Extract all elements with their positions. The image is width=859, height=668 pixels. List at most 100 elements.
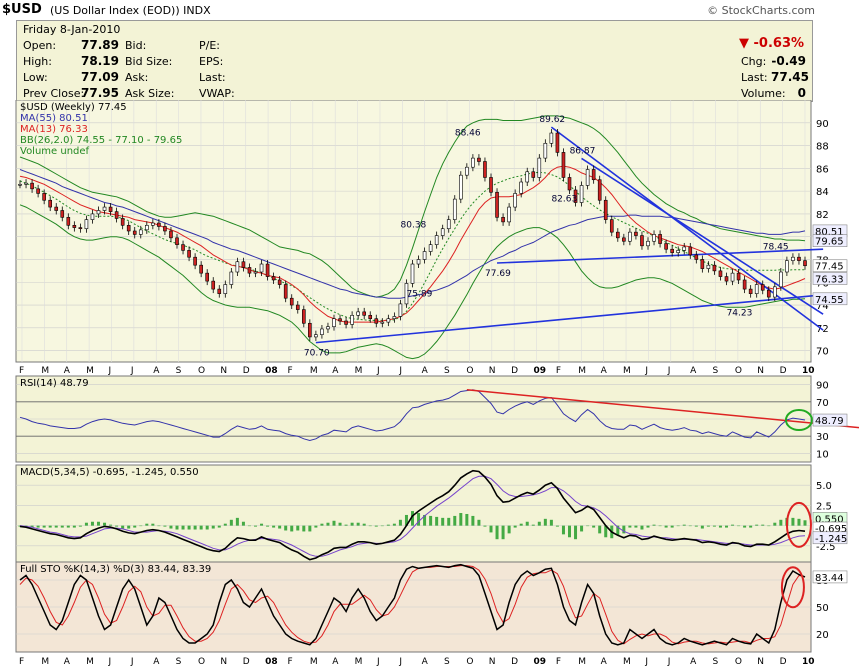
candle-body [283,284,288,299]
brand-logo[interactable]: © StockCharts.com [707,4,815,17]
candle-body [187,250,191,258]
macd-hist-bar [374,525,378,527]
macd-hist-bar [586,525,590,527]
candle-body [350,314,354,325]
time-tick: M [623,366,631,376]
candle-body [730,272,735,282]
legend-entry: RSI(14) 48.79 [20,378,89,389]
macd-hist-bar [791,517,795,526]
chart-area: 707274767880828486889070.7075.8980.3888.… [15,100,859,667]
candle-body [84,219,89,230]
time-tick: S [444,366,450,376]
macd-hist-bar [199,525,203,530]
time-tick: A [601,657,608,667]
candle-body [700,259,705,269]
time-tick: M [310,657,318,667]
time-tick: F [556,657,561,667]
candle-body [803,260,807,267]
candle-body [585,169,590,186]
candle-body [138,229,143,235]
macd-hist-bar [115,525,119,527]
candle-body [766,289,771,298]
candle-body [742,279,747,290]
time-tick: J [398,657,402,667]
macd-hist-bar [628,525,632,528]
candle-body [634,231,638,236]
bid-size-label: Bid Size: [125,55,173,68]
candle-body [531,171,536,178]
macd-hist-bar [743,525,747,528]
candle-body [320,328,324,335]
candle-body [78,227,83,230]
candle-body [66,217,71,226]
candle-body [175,237,179,245]
price-panel: 707274767880828486889070.7075.8980.3888.… [15,100,848,363]
macd-hist-bar [247,525,251,527]
macd-hist-bar [42,525,46,528]
time-tick: F [19,366,24,376]
macd-hist-bar [483,525,487,527]
time-tick: A [690,657,697,667]
candle-body [507,206,511,223]
macd-hist-bar [169,525,173,529]
volume-value: 0 [797,86,806,100]
time-tick: D [243,366,250,376]
time-tick: O [735,657,742,667]
candle-body [235,261,240,273]
candle-body [392,316,397,320]
macd-hist-bar [90,521,94,526]
candle-body [779,271,783,288]
candle-body [416,259,421,265]
macd-hist-bar [495,525,499,540]
time-tick: 09 [534,657,547,667]
time-tick: A [422,366,429,376]
candle-body [90,213,95,220]
time-tick: 10 [802,366,815,376]
macd-hist-bar [380,525,384,527]
candle-body [477,157,481,162]
macd-hist-bar [278,525,282,529]
macd-hist-bar [302,525,306,532]
macd-hist-bar [779,519,783,526]
macd-hist-bar [549,519,553,526]
time-tick: N [220,657,227,667]
time-tick: M [86,366,94,376]
macd-hist-bar [592,525,596,528]
price-annotation: 88.46 [455,128,481,138]
candle-body [797,256,801,261]
candle-body [410,263,415,284]
legend-entry: MACD(5,34,5) -0.695, -1.245, 0.550 [20,467,199,478]
time-tick: J [644,366,648,376]
candle-body [452,198,457,220]
candle-body [398,303,403,317]
time-tick: O [198,366,205,376]
time-tick: M [578,657,586,667]
macd-axis-tick: 5.0 [816,481,832,492]
candle-body [72,225,77,228]
macd-hist-bar [211,525,215,529]
candle-body [555,132,560,153]
candle-body [289,297,294,306]
candle-body [308,322,312,338]
candle-body [96,210,101,215]
macd-hist-bar [574,525,578,540]
time-tick: M [86,657,94,667]
candle-body [338,318,342,322]
symbol-name: (US Dollar Index (EOD)) INDX [50,4,211,17]
macd-hist-bar [519,523,523,526]
legend-entry: $USD (Weekly) 77.45 [20,102,127,113]
macd-hist-bar [676,525,680,527]
candle-body [676,250,680,253]
macd-hist-bar [145,523,149,526]
macd-hist-bar [712,525,716,527]
candle-body [465,166,469,176]
time-tick: A [153,657,160,667]
candle-body [326,326,330,330]
candle-body [18,183,22,186]
time-tick: O [466,366,473,376]
macd-hist-bar [181,525,185,530]
macd-hist-bar [688,525,692,527]
candle-body [386,318,391,323]
macd-hist-bar [392,523,396,526]
macd-hist-bar [640,525,644,530]
